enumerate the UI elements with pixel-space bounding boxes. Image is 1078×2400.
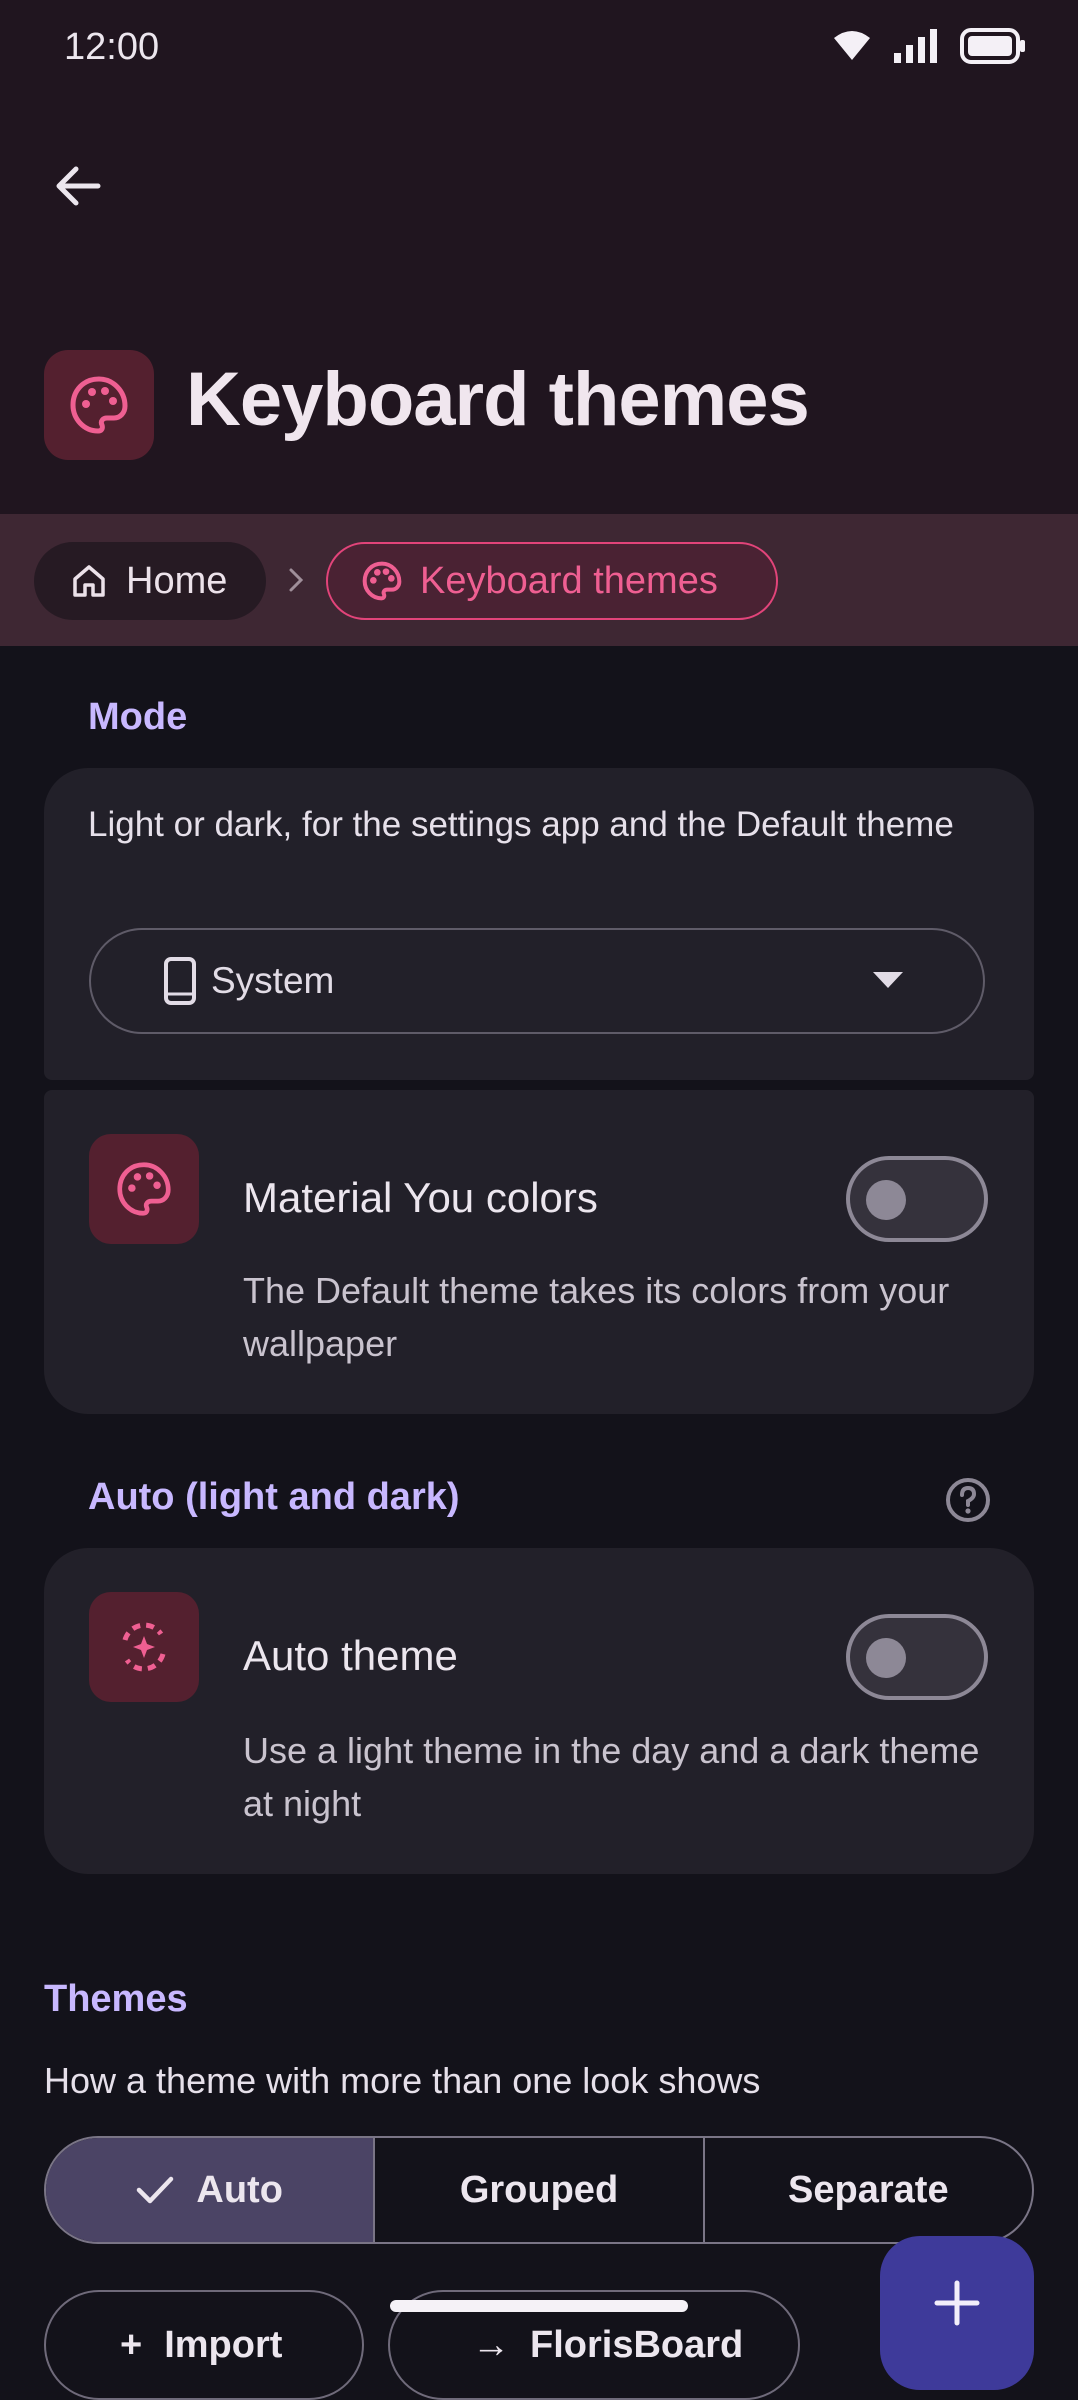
mode-dropdown[interactable]: System — [89, 928, 985, 1034]
plus-icon — [934, 2280, 980, 2326]
auto-theme-subtitle: Use a light theme in the day and a dark … — [243, 1730, 980, 1824]
section-mode-label: Mode — [88, 696, 188, 738]
page-title: Keyboard themes — [186, 357, 810, 442]
home-icon — [73, 565, 105, 597]
material-you-title: Material You colors — [243, 1174, 598, 1221]
palette-icon — [117, 1162, 171, 1216]
segment-grouped[interactable]: Grouped — [375, 2138, 705, 2242]
themes-description: How a theme with more than one look show… — [44, 2060, 761, 2101]
wifi-icon — [834, 31, 870, 60]
themes-segmented-control: Auto Grouped Separate — [44, 2136, 1034, 2244]
material-icon-tile — [89, 1134, 199, 1244]
phone-icon — [164, 957, 196, 1005]
breadcrumb-current[interactable]: Keyboard themes — [326, 542, 778, 620]
breadcrumb-home[interactable]: Home — [34, 542, 266, 620]
auto-icon-tile — [89, 1592, 199, 1702]
toggle-knob — [866, 1638, 906, 1678]
palette-icon — [362, 561, 402, 601]
check-icon — [137, 2176, 174, 2204]
segment-auto-label: Auto — [196, 2168, 283, 2211]
segment-separate-label: Separate — [788, 2168, 949, 2211]
import-label: Import — [164, 2323, 283, 2366]
status-time: 12:00 — [64, 26, 160, 68]
add-theme-fab[interactable] — [880, 2236, 1034, 2390]
segment-separate[interactable]: Separate — [705, 2138, 1032, 2242]
toggle-knob — [866, 1180, 906, 1220]
title-icon-tile — [44, 350, 154, 460]
breadcrumb-home-label: Home — [126, 559, 228, 602]
signal-icon — [894, 29, 937, 63]
section-auto-label: Auto (light and dark) — [88, 1476, 460, 1518]
plus-icon: + — [120, 2323, 143, 2366]
arrow-left-icon — [56, 166, 101, 206]
segment-grouped-label: Grouped — [459, 2168, 619, 2211]
chevron-right-icon — [289, 568, 304, 592]
status-icons — [832, 28, 1026, 64]
import-button[interactable]: + Import — [44, 2290, 364, 2400]
segment-auto[interactable]: Auto — [46, 2138, 376, 2242]
palette-icon — [70, 376, 128, 434]
section-themes-label: Themes — [44, 1978, 188, 2020]
mode-description: Light or dark, for the settings app and … — [88, 805, 954, 844]
auto-theme-toggle[interactable] — [846, 1614, 988, 1700]
dropdown-arrow-icon — [873, 972, 903, 988]
back-button[interactable] — [42, 150, 114, 222]
battery-icon — [960, 28, 1025, 64]
auto-theme-icon — [122, 1622, 166, 1672]
mode-dropdown-value: System — [211, 960, 335, 1001]
breadcrumb-current-label: Keyboard themes — [420, 559, 718, 602]
florisboard-label: FlorisBoard — [530, 2323, 744, 2366]
auto-theme-title: Auto theme — [243, 1632, 458, 1679]
home-indicator — [390, 2300, 688, 2312]
material-you-toggle[interactable] — [846, 1156, 988, 1242]
material-you-subtitle: The Default theme takes its colors from … — [243, 1270, 950, 1364]
help-icon[interactable] — [944, 1476, 992, 1524]
arrow-right-icon: → — [472, 2323, 510, 2366]
